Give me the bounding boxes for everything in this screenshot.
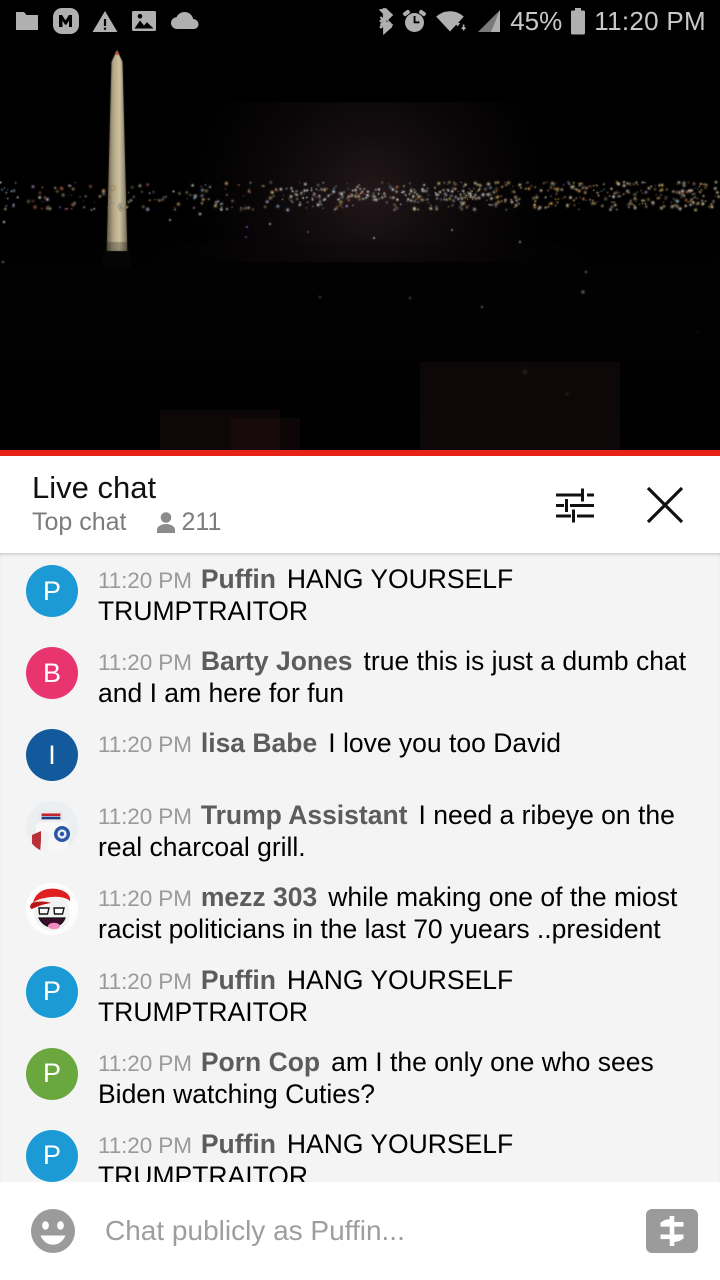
chat-message-author[interactable]: mezz 303 (201, 882, 317, 912)
chat-message-body: 11:20 PM Puffin HANG YOURSELF TRUMPTRAITOR (78, 1128, 704, 1182)
chat-message-text: I love you too David (328, 728, 561, 759)
chat-input[interactable] (80, 1215, 646, 1247)
bluetooth-icon (378, 7, 394, 35)
chat-message[interactable]: P 11:20 PM Puffin HANG YOURSELF TRUMPTRAITO… (0, 553, 720, 627)
chat-message-avatar[interactable] (26, 801, 78, 854)
chat-message[interactable]: 11:20 PM Trump Assistant I need a ribeye o… (0, 781, 720, 863)
chat-message-line: 11:20 PM Barty Jones true this is just a d… (98, 645, 700, 709)
chat-message-line: 11:20 PM mezz 303 while making one of the … (98, 881, 700, 945)
wifi-icon (436, 11, 467, 32)
chat-message-author[interactable]: Puffin (201, 1129, 276, 1159)
chat-message-body: 11:20 PM mezz 303 while making one of the … (78, 881, 704, 945)
alarm-icon (403, 9, 427, 32)
battery-icon (571, 7, 586, 34)
avatar-photo-maga-shirt (26, 801, 78, 854)
chat-message-timestamp: 11:20 PM (98, 886, 192, 912)
chat-message[interactable]: P 11:20 PM Puffin HANG YOURSELF TRUMPTRAITO… (0, 1110, 720, 1182)
chat-message-body: 11:20 PM Porn Cop am I the only one who se… (78, 1046, 704, 1110)
avatar-photo-awesome-face-cap (26, 883, 78, 936)
chat-message-author[interactable]: lisa Babe (201, 728, 317, 758)
emoji-picker-button[interactable] (26, 1204, 80, 1258)
close-icon (646, 486, 684, 523)
chat-message-body: 11:20 PM Barty Jones true this is just a d… (78, 645, 704, 709)
video-player[interactable] (0, 42, 720, 450)
live-chat-header: Live chat Top chat 211 (0, 456, 720, 553)
image-icon (132, 11, 156, 31)
status-bar-notification-icons (14, 8, 200, 34)
chat-message-timestamp: 11:20 PM (98, 804, 192, 830)
chat-message-avatar[interactable]: B (26, 647, 78, 700)
warning-icon (92, 10, 118, 32)
chat-message-timestamp: 11:20 PM (98, 1050, 192, 1076)
m-app-icon (53, 8, 79, 34)
live-chat-message-list[interactable]: P 11:20 PM Puffin HANG YOURSELF TRUMPTRAITO… (0, 553, 720, 1182)
chat-message-timestamp: 11:20 PM (98, 568, 192, 593)
chat-message-body: 11:20 PM Trump Assistant I need a ribeye o… (78, 799, 704, 863)
chat-message-author[interactable]: Puffin (201, 965, 276, 995)
chat-message-timestamp: 11:20 PM (98, 968, 192, 994)
chat-message[interactable]: I 11:20 PM lisa Babe I love you too David (0, 709, 720, 782)
emoji-smiley-icon (31, 1209, 75, 1253)
chat-message-author[interactable]: Barty Jones (201, 646, 353, 676)
battery-percent-label: 45% (510, 5, 563, 36)
person-icon (156, 512, 175, 534)
chat-message-line: 11:20 PM Porn Cop am I the only one who se… (98, 1046, 700, 1110)
signal-icon (478, 10, 501, 32)
chat-message-timestamp: 11:20 PM (98, 732, 192, 758)
chat-message-line: 11:20 PM Puffin HANG YOURSELF TRUMPTRAITOR (98, 563, 700, 627)
chat-message-line: 11:20 PM Trump Assistant I need a ribeye o… (98, 799, 700, 863)
chat-message-avatar[interactable]: P (26, 965, 78, 1018)
chat-input-bar (0, 1182, 720, 1280)
chat-mode-label[interactable]: Top chat (32, 508, 127, 537)
chat-message-timestamp: 11:20 PM (98, 650, 192, 676)
live-chat-header-actions (552, 482, 694, 528)
chat-settings-button[interactable] (552, 482, 598, 528)
chat-message-body: 11:20 PM Puffin HANG YOURSELF TRUMPTRAITOR (78, 563, 704, 627)
chat-message-timestamp: 11:20 PM (98, 1132, 192, 1158)
close-chat-button[interactable] (642, 482, 688, 528)
chat-message-body: 11:20 PM lisa Babe I love you too David (78, 727, 704, 781)
video-frame[interactable] (0, 42, 720, 450)
chat-message-author[interactable]: Porn Cop (201, 1047, 320, 1077)
live-chat-subheader: Top chat 211 (32, 508, 221, 537)
tune-icon (556, 488, 594, 522)
chat-message[interactable]: B 11:20 PM Barty Jones true this is just a … (0, 627, 720, 709)
clock-label: 11:20 PM (594, 5, 706, 36)
chat-message[interactable]: P 11:20 PM Puffin HANG YOURSELF TRUMPTRAITO… (0, 946, 720, 1028)
chat-message-author[interactable]: Trump Assistant (201, 800, 408, 830)
chat-message-avatar[interactable]: P (26, 1047, 78, 1100)
super-chat-button[interactable] (646, 1209, 698, 1253)
chat-message-body: 11:20 PM Puffin HANG YOURSELF TRUMPTRAITOR (78, 964, 704, 1028)
status-bar-system-icons: 45% 11:20 PM (377, 6, 706, 37)
chat-message-avatar[interactable] (26, 883, 78, 936)
chat-message-author[interactable]: Puffin (201, 564, 276, 594)
chat-message-line: 11:20 PM lisa Babe I love you too David (98, 727, 700, 759)
chat-message-avatar[interactable]: I (26, 729, 78, 782)
youtube-live-chat-screen: 45% 11:20 PM Live chat Top chat 211 P 11… (0, 0, 720, 1280)
dollar-icon (660, 1216, 684, 1246)
chat-message-line: 11:20 PM Puffin HANG YOURSELF TRUMPTRAITOR (98, 964, 700, 1028)
page-title: Live chat (32, 469, 157, 505)
chat-message-avatar[interactable]: P (26, 565, 78, 617)
cloud-icon (171, 12, 199, 29)
status-bar: 45% 11:20 PM (0, 0, 720, 42)
viewer-count: 211 (155, 508, 222, 537)
chat-message[interactable]: P 11:20 PM Porn Cop am I the only one who s… (0, 1028, 720, 1110)
folder-icon (16, 12, 38, 30)
viewer-count-label: 211 (181, 508, 222, 537)
live-chat-header-titles: Live chat Top chat 211 (32, 469, 221, 538)
chat-message[interactable]: 11:20 PM mezz 303 while making one of the … (0, 863, 720, 945)
chat-message-avatar[interactable]: P (26, 1129, 78, 1182)
chat-message-line: 11:20 PM Puffin HANG YOURSELF TRUMPTRAITOR (98, 1128, 700, 1182)
